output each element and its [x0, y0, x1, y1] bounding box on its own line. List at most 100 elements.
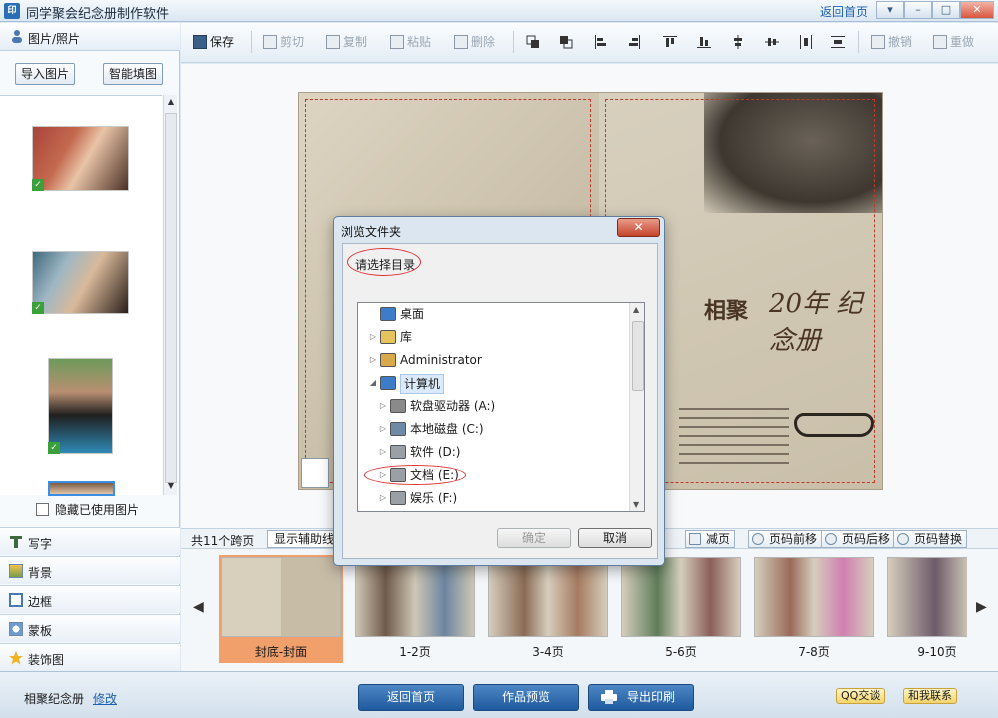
cover-title-text[interactable]: 相聚 [704, 293, 748, 325]
filmstrip-page[interactable]: 7-8页 [752, 555, 876, 663]
filmstrip-page[interactable]: 9-10页 [885, 555, 967, 663]
scroll-down-icon[interactable]: ▼ [633, 500, 639, 509]
ok-button[interactable]: 确定 [497, 528, 571, 548]
bring-forward-icon[interactable] [526, 35, 540, 49]
trash-icon [454, 35, 468, 49]
filmstrip-page[interactable]: 1-2页 [353, 555, 477, 663]
qq-chat-button[interactable]: QQ交谈 [836, 688, 886, 704]
expand-arrow-icon[interactable]: ▷ [378, 395, 388, 417]
hide-used-checkbox[interactable]: 隐藏已使用图片 [36, 501, 139, 518]
align-center-horizontal-icon[interactable] [765, 35, 779, 49]
background-icon [9, 564, 23, 578]
cut-button[interactable]: 剪切 [263, 33, 304, 50]
cancel-button[interactable]: 取消 [578, 528, 652, 548]
folder-tree[interactable]: 桌面 ▷ 库 ▷ Administrator ◢ 计算机 ▷ 软盘驱动器 (A:) ▷ 本地磁盘 (… [357, 302, 645, 512]
distribute-horizontal-icon[interactable] [799, 35, 813, 49]
folder-tree-item[interactable]: ▷ 软件 (D:) [358, 441, 628, 463]
align-center-vertical-icon[interactable] [731, 35, 745, 49]
redo-button[interactable]: 重做 [933, 33, 974, 50]
page-move-forward-button[interactable]: 页码前移 [748, 530, 823, 548]
scroll-up-icon[interactable]: ▲ [633, 305, 639, 314]
expand-arrow-icon[interactable]: ▷ [368, 326, 378, 348]
glasses-decoration[interactable] [794, 413, 874, 437]
expand-arrow-icon[interactable]: ▷ [378, 487, 388, 509]
align-right-icon[interactable] [627, 35, 641, 49]
photo-thumbnail[interactable] [48, 358, 113, 454]
photo-thumbnail[interactable] [32, 126, 129, 191]
folder-tree-item[interactable]: 桌面 [358, 303, 628, 325]
filmstrip-page[interactable]: 3-4页 [486, 555, 610, 663]
menu-dropdown-button[interactable]: ▾ [876, 1, 904, 19]
scroll-up-icon[interactable]: ▲ [165, 97, 177, 109]
close-button[interactable]: ✕ [960, 1, 994, 19]
folder-tree-item[interactable]: ▷ 本地磁盘 (C:) [358, 418, 628, 440]
photo-thumbnail[interactable] [48, 481, 115, 496]
contact-us-button[interactable]: 和我联系 [903, 688, 957, 704]
page-label: 9-10页 [917, 645, 957, 659]
minimize-button[interactable]: – [904, 1, 932, 19]
page-replace-button[interactable]: 页码替换 [893, 530, 968, 548]
tool-frame[interactable]: 边框 [0, 585, 180, 613]
undo-button[interactable]: 撤销 [871, 33, 912, 50]
scroll-thumb[interactable] [165, 113, 177, 483]
photos-header[interactable]: 图片/照片 [0, 23, 180, 51]
save-button[interactable]: 保存 [193, 33, 234, 50]
expand-arrow-icon[interactable]: ▷ [378, 441, 388, 463]
distribute-vertical-icon[interactable] [831, 35, 845, 49]
preview-button[interactable]: 作品预览 [473, 684, 579, 711]
star-icon [9, 651, 23, 665]
export-print-button[interactable]: 导出印刷 [588, 684, 694, 711]
remove-page-button[interactable]: 减页 [685, 530, 736, 548]
filmstrip-page[interactable]: 封底-封面 [219, 555, 343, 663]
drive-highlight-ring [364, 465, 466, 485]
folder-tree-item[interactable]: ▷ Administrator [358, 349, 628, 371]
scissors-icon [263, 35, 277, 49]
page-label: 封底-封面 [254, 645, 308, 659]
photo-list-scrollbar[interactable]: ▲ ▼ [163, 95, 177, 495]
dialog-close-button[interactable]: ✕ [617, 218, 660, 237]
send-backward-icon[interactable] [559, 35, 573, 49]
project-name: 相聚纪念册 [24, 692, 85, 706]
folder-tree-item-label: 本地磁盘 (C:) [410, 422, 484, 436]
tool-background-label: 背景 [28, 566, 53, 580]
checkbox-box[interactable] [36, 503, 49, 516]
tool-mask[interactable]: 蒙板 [0, 614, 180, 642]
photo-thumbnail[interactable] [32, 251, 129, 314]
auto-fill-button[interactable]: 智能填图 [103, 63, 163, 85]
delete-button[interactable]: 删除 [454, 33, 495, 50]
page-move-backward-button[interactable]: 页码后移 [821, 530, 896, 548]
folder-tree-scrollbar[interactable]: ▲ ▼ [629, 303, 644, 511]
tool-text[interactable]: 写字 [0, 527, 180, 555]
tool-background[interactable]: 背景 [0, 556, 180, 584]
back-home-button[interactable]: 返回首页 [358, 684, 464, 711]
scroll-down-icon[interactable]: ▼ [165, 481, 177, 493]
import-photos-button[interactable]: 导入图片 [15, 63, 75, 85]
home-link[interactable]: 返回首页 [820, 3, 868, 20]
align-top-icon[interactable] [663, 35, 677, 49]
cover-body-text[interactable] [679, 408, 789, 471]
page-thumbnail [621, 557, 741, 637]
canvas-zoom-icon[interactable] [301, 458, 329, 488]
filmstrip-right-arrow-icon[interactable]: ▶ [976, 599, 987, 615]
folder-tree-item[interactable]: ▷ 娱乐 (F:) [358, 487, 628, 509]
maximize-button[interactable]: □ [932, 1, 960, 19]
folder-tree-item[interactable]: ◢ 计算机 [358, 372, 628, 394]
copy-button[interactable]: 复制 [326, 33, 367, 50]
align-bottom-icon[interactable] [697, 35, 711, 49]
edit-project-link[interactable]: 修改 [93, 690, 117, 707]
cover-subtitle-text[interactable]: 20年 纪念册 [769, 283, 882, 357]
folder-tree-item[interactable]: ▷ 库 [358, 326, 628, 348]
filmstrip-page[interactable]: 5-6页 [619, 555, 743, 663]
expand-arrow-icon[interactable]: ▷ [378, 418, 388, 440]
tool-decoration[interactable]: 装饰图 [0, 643, 180, 671]
expand-arrow-icon[interactable]: ▷ [368, 349, 378, 371]
align-left-icon[interactable] [594, 35, 608, 49]
scroll-thumb[interactable] [632, 321, 644, 391]
page-filmstrip: ◀ 封底-封面 1-2页 3-4页 5-6页 7-8页 9-10页 ▶ [181, 548, 998, 671]
page-thumbnail [221, 557, 341, 637]
folder-tree-item-label: 娱乐 (F:) [410, 491, 458, 505]
filmstrip-left-arrow-icon[interactable]: ◀ [193, 599, 204, 615]
paste-button[interactable]: 粘贴 [390, 33, 431, 50]
folder-tree-item[interactable]: ▷ 软盘驱动器 (A:) [358, 395, 628, 417]
expand-arrow-icon[interactable]: ◢ [368, 372, 378, 394]
